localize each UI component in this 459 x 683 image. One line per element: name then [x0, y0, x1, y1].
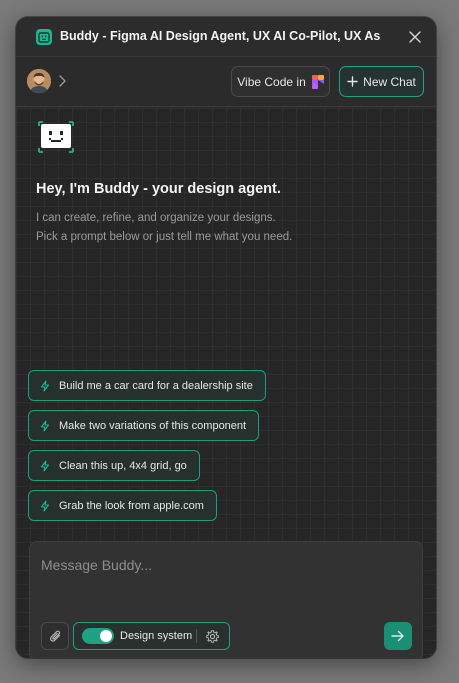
new-chat-label: New Chat [363, 74, 416, 89]
bolt-icon [40, 419, 50, 432]
attach-button[interactable] [41, 622, 69, 650]
chevron-right-icon [59, 75, 66, 87]
intro-line-1: I can create, refine, and organize your … [36, 212, 276, 224]
intro-text: I can create, refine, and organize your … [36, 209, 292, 247]
prompt-chip-label: Grab the look from apple.com [59, 499, 204, 512]
bolt-icon [40, 379, 50, 392]
close-button[interactable] [406, 28, 424, 46]
greeting-heading: Hey, I'm Buddy - your design agent. [36, 181, 281, 197]
chat-area: Hey, I'm Buddy - your design agent. I ca… [16, 108, 436, 658]
prompt-chip-apple-look[interactable]: Grab the look from apple.com [28, 490, 217, 521]
design-system-label: Design system [120, 630, 193, 642]
close-icon [409, 31, 421, 43]
design-system-toggle[interactable] [82, 628, 114, 644]
message-composer: Design system [29, 541, 423, 658]
prompt-chip-clean-grid[interactable]: Clean this up, 4x4 grid, go [28, 450, 200, 481]
account-chevron[interactable] [57, 74, 67, 88]
intro-line-2: Pick a prompt below or just tell me what… [36, 231, 293, 243]
bolt-icon [40, 499, 50, 512]
vibe-code-button[interactable]: Vibe Code in [231, 66, 330, 97]
prompt-chip-variations[interactable]: Make two variations of this component [28, 410, 260, 441]
paperclip-icon [49, 630, 60, 642]
window-title: Buddy - Figma AI Design Agent, UX AI Co-… [60, 29, 380, 43]
send-button[interactable] [384, 622, 412, 650]
message-input[interactable] [41, 554, 411, 576]
avatar[interactable] [27, 69, 51, 93]
divider [196, 629, 197, 643]
figma-make-icon [311, 74, 324, 89]
buddy-app-icon [36, 29, 52, 45]
bolt-icon [40, 459, 50, 472]
prompt-chip-label: Make two variations of this component [59, 419, 247, 432]
plus-icon [347, 76, 358, 87]
vibe-code-label: Vibe Code in [237, 74, 306, 89]
gear-icon[interactable] [205, 629, 220, 644]
title-bar: Buddy - Figma AI Design Agent, UX AI Co-… [16, 17, 436, 57]
prompt-chip-label: Build me a car card for a dealership sit… [59, 379, 253, 392]
toolbar: Vibe Code in New Chat [16, 57, 436, 107]
prompt-chip-car-card[interactable]: Build me a car card for a dealership sit… [28, 370, 266, 401]
toggle-knob [100, 630, 112, 642]
prompt-chip-label: Clean this up, 4x4 grid, go [59, 459, 187, 472]
buddy-bot-icon [38, 121, 74, 153]
buddy-plugin-window: Buddy - Figma AI Design Agent, UX AI Co-… [16, 17, 436, 658]
design-system-control: Design system [73, 622, 230, 650]
arrow-right-icon [391, 630, 404, 642]
new-chat-button[interactable]: New Chat [339, 66, 424, 97]
